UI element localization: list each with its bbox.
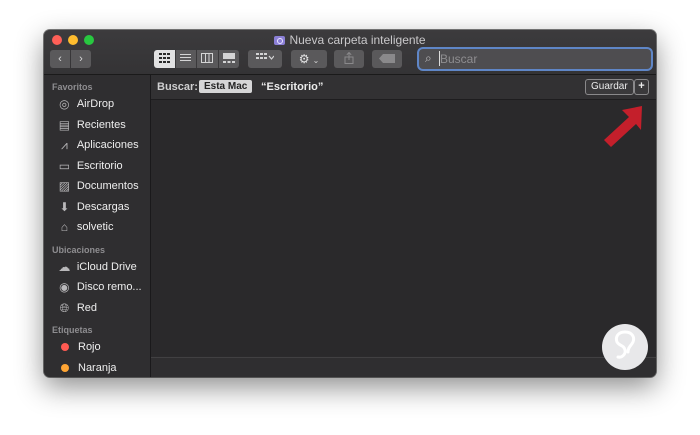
chevron-right-icon: › [79, 53, 83, 65]
window-title: Nueva carpeta inteligente [44, 33, 656, 47]
sidebar-item-label: Naranja [78, 361, 117, 374]
magnifier-icon: ⌕ [425, 51, 432, 65]
applications-icon: ⩘ [61, 138, 68, 153]
cloud-icon: ☁ [58, 259, 71, 274]
sidebar-item-label: iCloud Drive [76, 260, 137, 273]
scope-folder-button[interactable]: “Escritorio” [261, 81, 323, 93]
sidebar-item-label: Red [76, 301, 97, 314]
tag-button[interactable] [372, 50, 402, 68]
recents-icon: ▤ [58, 117, 71, 132]
search-scope-label: Buscar: [157, 81, 198, 93]
sidebar-item-airdrop[interactable]: ◎ AirDrop [44, 94, 150, 115]
back-button[interactable]: ‹ [50, 50, 70, 68]
sidebar-item-recientes[interactable]: ▤ Recientes [44, 115, 150, 136]
sidebar-item-label: solvetic [76, 221, 114, 234]
documents-icon: ▨ [58, 179, 71, 194]
add-criteria-button[interactable]: + [634, 79, 649, 95]
sidebar-item-label: Documentos [76, 180, 139, 193]
column-view-button[interactable] [197, 50, 219, 68]
network-icon: 🌐︎ [59, 300, 70, 315]
sidebar-item-icloud-drive[interactable]: ☁ iCloud Drive [44, 257, 150, 278]
disc-icon: ◉ [59, 280, 70, 295]
sidebar-item-documentos[interactable]: ▨ Documentos [44, 176, 150, 197]
sidebar-item-aplicaciones[interactable]: ⩘ Aplicaciones [44, 135, 150, 156]
search-input[interactable] [439, 51, 645, 66]
sidebar-item-escritorio[interactable]: ▭ Escritorio [44, 156, 150, 177]
chevron-left-icon: ‹ [58, 53, 62, 65]
red-tag-dot-icon [61, 343, 69, 352]
sidebar-section-tags: Etiquetas [52, 325, 93, 335]
gallery-view-button[interactable] [218, 50, 239, 68]
scope-this-mac-button[interactable]: Esta Mac [199, 80, 253, 93]
sidebar-item-label: Descargas [76, 200, 130, 213]
forward-button[interactable]: › [71, 50, 91, 68]
sidebar-item-label: Aplicaciones [76, 139, 139, 152]
icon-view-button[interactable] [154, 50, 176, 68]
airdrop-icon: ◎ [59, 97, 70, 112]
group-by-button[interactable] [248, 50, 282, 68]
desktop-icon: ▭ [58, 158, 71, 173]
chevron-down-icon: ⌄ [312, 56, 320, 65]
sidebar-item-solvetic[interactable]: ⌂ solvetic [44, 217, 150, 238]
list-view-button[interactable] [175, 50, 197, 68]
tag-icon [379, 54, 395, 63]
orange-tag-dot-icon [61, 363, 69, 372]
share-button[interactable] [334, 50, 364, 68]
sidebar-item-descargas[interactable]: ⬇ Descargas [44, 197, 150, 218]
window-title-text: Nueva carpeta inteligente [289, 33, 426, 47]
sidebar-item-red[interactable]: 🌐︎ Red [44, 298, 150, 319]
arrange-grid-icon [256, 53, 275, 60]
sidebar-item-tag-rojo[interactable]: Rojo [44, 337, 150, 358]
status-bar [151, 357, 656, 377]
sidebar-item-label: Recientes [76, 118, 126, 131]
search-scope-bar: Buscar: Esta Mac “Escritorio” Guardar + [151, 75, 656, 100]
gear-icon: ⚙ [298, 52, 310, 66]
sidebar-item-label: Disco remo... [76, 281, 142, 294]
sidebar: Favoritos ◎ AirDrop ▤ Recientes ⩘ Aplica… [44, 75, 151, 377]
view-mode-control [154, 50, 239, 68]
action-menu-button[interactable]: ⚙ ⌄ [291, 50, 327, 68]
sidebar-item-label: Escritorio [76, 159, 123, 172]
columns-icon [201, 53, 214, 63]
gallery-icon [222, 53, 235, 63]
list-icon [180, 54, 192, 61]
title-bar: Nueva carpeta inteligente ‹ › ⚙ ⌄ ⌕ Busc… [44, 30, 656, 75]
watermark-logo [602, 324, 648, 370]
downloads-icon: ⬇ [59, 199, 70, 214]
home-icon: ⌂ [60, 220, 69, 235]
sidebar-item-tag-naranja[interactable]: Naranja [44, 358, 150, 378]
sidebar-section-locations: Ubicaciones [52, 244, 106, 255]
finder-window: Nueva carpeta inteligente ‹ › ⚙ ⌄ ⌕ Busc… [44, 30, 656, 377]
sidebar-item-label: Rojo [78, 341, 101, 354]
sidebar-item-label: AirDrop [76, 98, 115, 111]
save-search-button[interactable]: Guardar [585, 79, 634, 95]
grid-icon [158, 53, 170, 63]
share-icon [344, 51, 354, 64]
sidebar-section-favorites: Favoritos [52, 82, 93, 92]
search-field[interactable]: ⌕ [419, 49, 651, 69]
sidebar-item-remote-disc[interactable]: ◉ Disco remo... [44, 277, 150, 298]
red-arrow-annotation [604, 106, 642, 147]
smart-folder-icon [274, 36, 286, 45]
results-area[interactable] [151, 100, 656, 356]
